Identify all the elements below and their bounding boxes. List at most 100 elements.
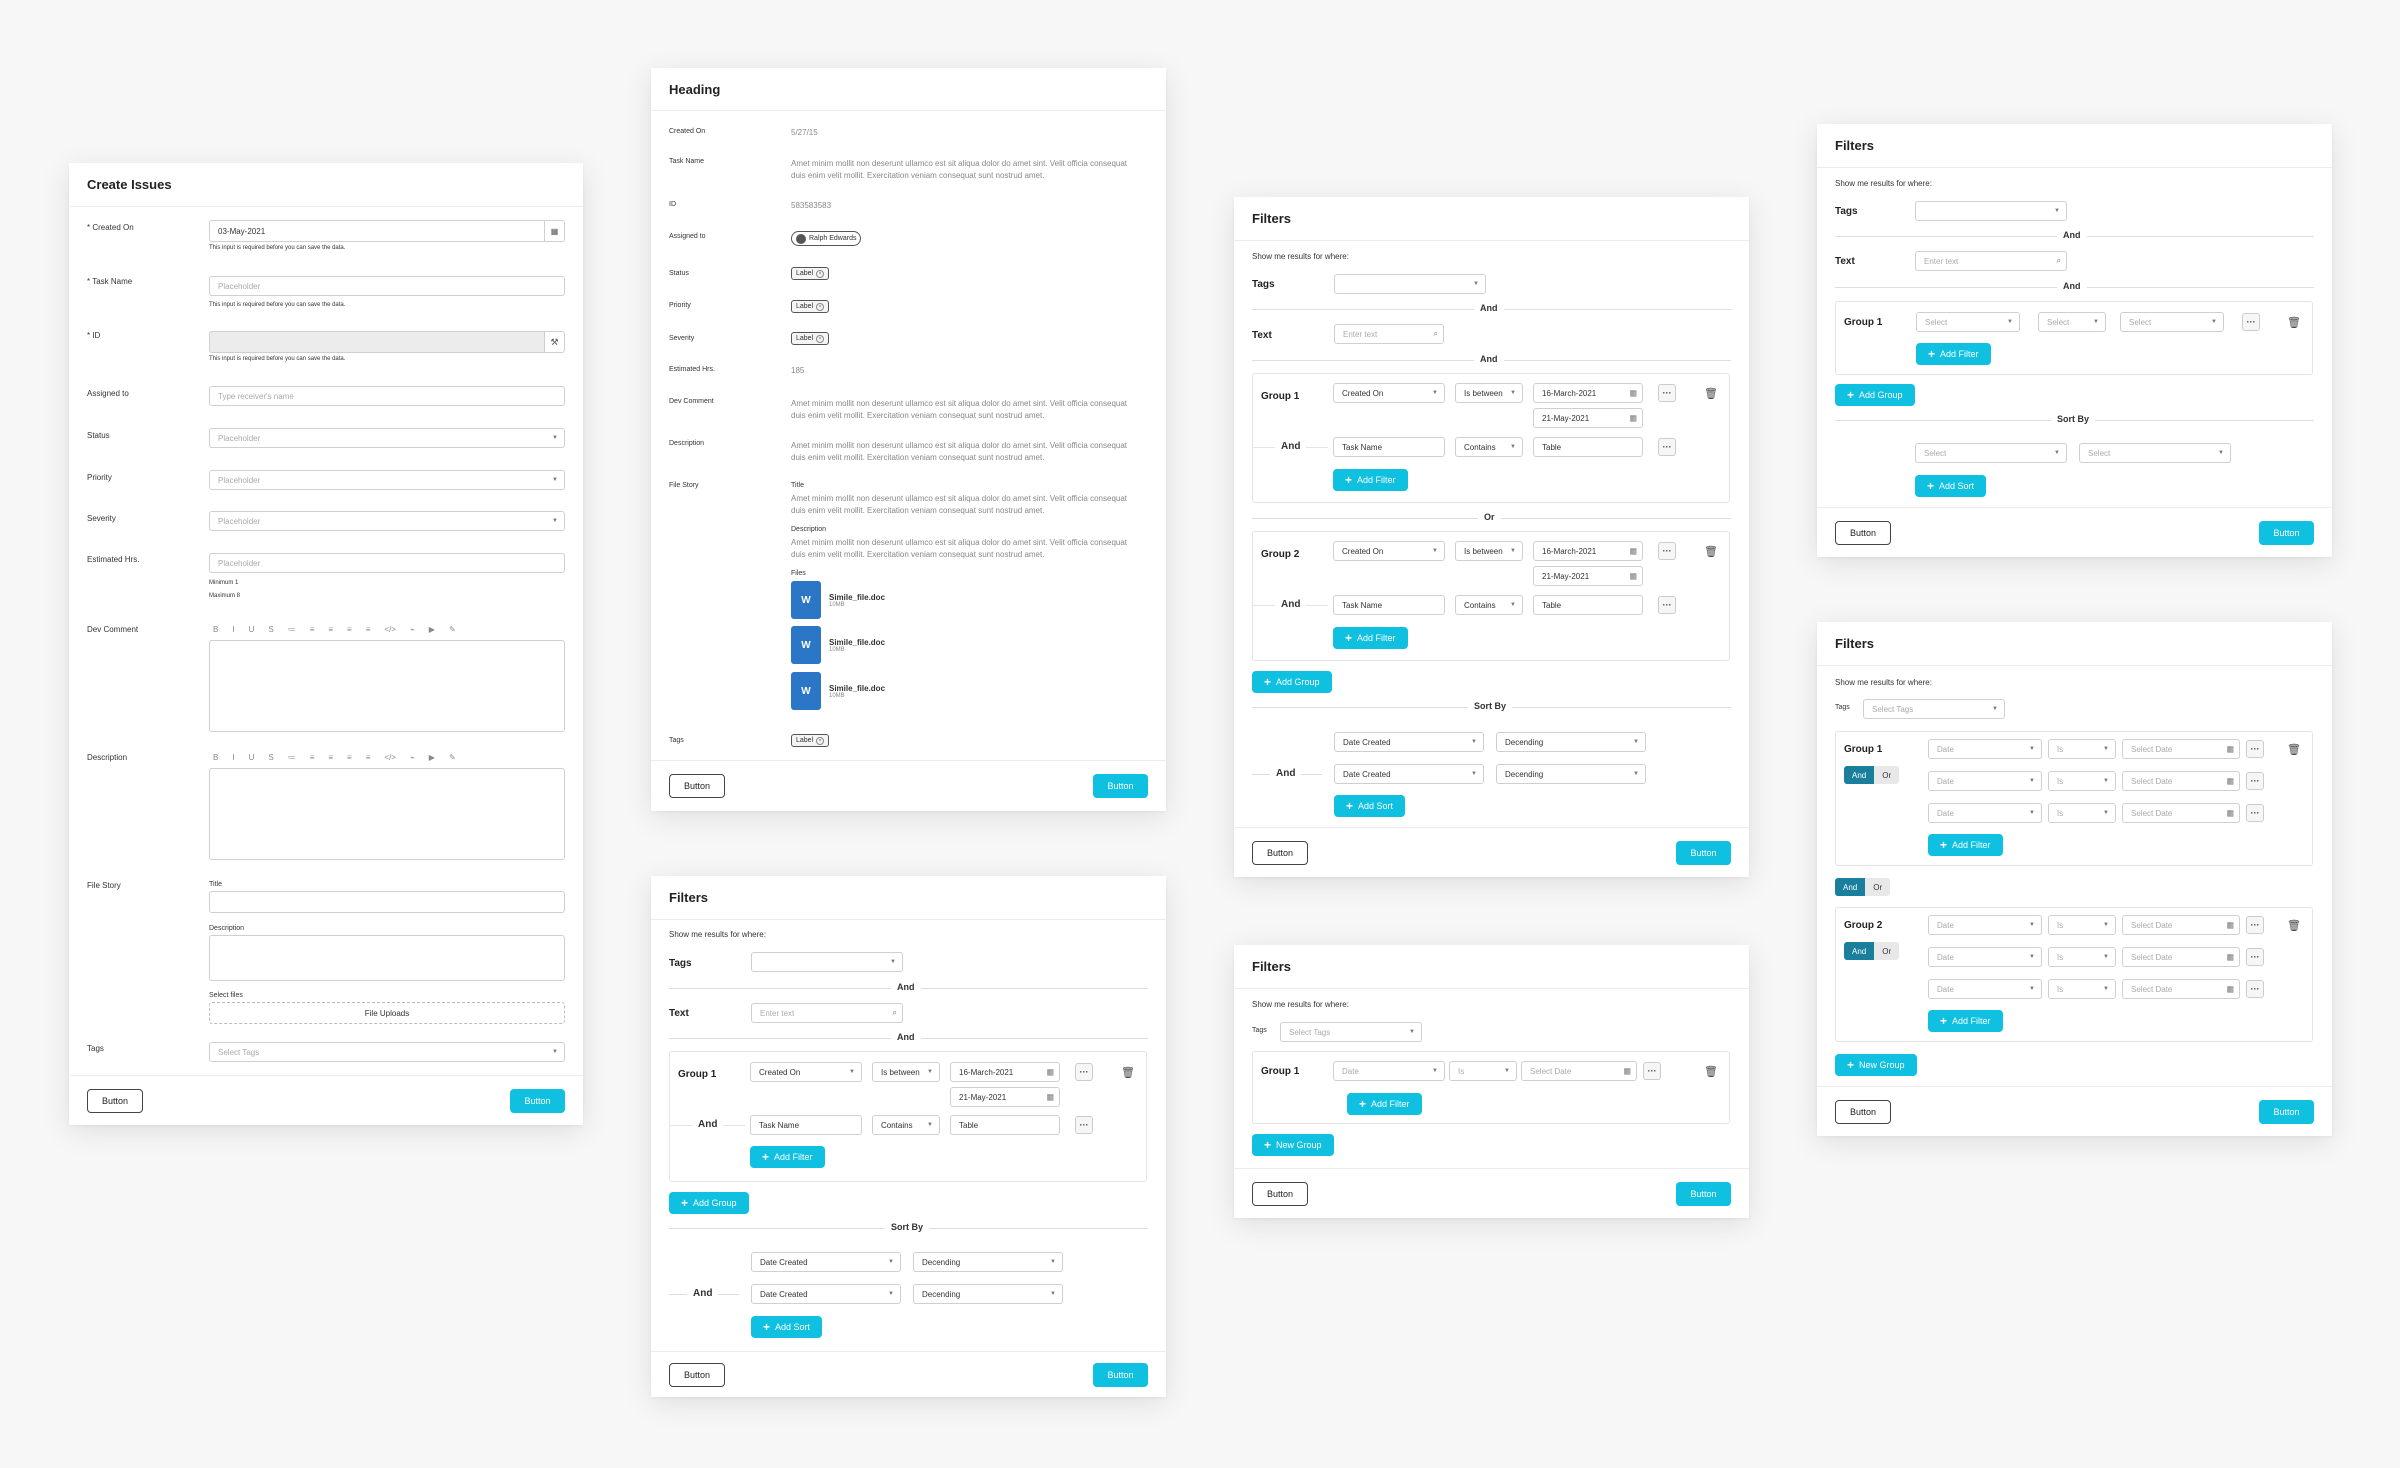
primary-button[interactable]: Button bbox=[1676, 1181, 1731, 1206]
tags-select[interactable]: ▼ bbox=[1915, 201, 2067, 221]
secondary-button[interactable]: Button bbox=[669, 1362, 725, 1387]
trash-icon[interactable]: 🗑 bbox=[2287, 741, 2301, 757]
numbered-list-icon[interactable]: ≡ bbox=[310, 753, 315, 762]
task-name-input[interactable]: Placeholder bbox=[209, 276, 565, 296]
align-center-icon[interactable]: ≡ bbox=[347, 753, 352, 762]
date-input[interactable]: Select Date ▦ bbox=[2122, 803, 2240, 823]
trash-icon[interactable]: 🗑 bbox=[1704, 1063, 1718, 1079]
operator-select[interactable]: Is ▼ bbox=[2048, 739, 2116, 759]
field-select[interactable]: Date ▼ bbox=[1928, 771, 2042, 791]
operator-select[interactable]: Is ▼ bbox=[2048, 947, 2116, 967]
primary-button[interactable]: Button bbox=[1093, 774, 1148, 798]
close-icon[interactable]: × bbox=[816, 269, 825, 278]
more-icon[interactable]: ··· bbox=[1075, 1116, 1093, 1134]
text-input[interactable]: Enter text ⌕ bbox=[751, 1003, 903, 1023]
tags-select[interactable]: ▼ bbox=[1334, 274, 1486, 294]
and-option[interactable]: And bbox=[1835, 878, 1866, 896]
value-input[interactable]: Table bbox=[950, 1115, 1060, 1135]
add-filter-button[interactable]: + Add Filter bbox=[750, 1146, 825, 1168]
secondary-button[interactable]: Button bbox=[1252, 840, 1308, 865]
align-center-icon[interactable]: ≡ bbox=[347, 625, 352, 634]
bold-icon[interactable]: B bbox=[213, 753, 218, 762]
operator-select[interactable]: Is between ▼ bbox=[1455, 383, 1523, 403]
numbered-list-icon[interactable]: ≡ bbox=[310, 625, 315, 634]
sort-field-select[interactable]: Date Created ▼ bbox=[751, 1252, 901, 1272]
and-option[interactable]: And bbox=[1844, 942, 1875, 960]
more-icon[interactable]: ··· bbox=[1075, 1063, 1093, 1081]
trash-icon[interactable]: 🗑 bbox=[1704, 385, 1718, 401]
more-icon[interactable]: ··· bbox=[2246, 948, 2264, 966]
field-input[interactable]: Task Name bbox=[1333, 437, 1445, 457]
field-input[interactable]: Task Name bbox=[1333, 595, 1445, 615]
secondary-button[interactable]: Button bbox=[1835, 520, 1891, 545]
more-icon[interactable]: ··· bbox=[2246, 980, 2264, 998]
pen-icon[interactable]: ✎ bbox=[449, 625, 456, 634]
sort-order-select[interactable]: Decending ▼ bbox=[913, 1252, 1063, 1272]
date-start-input[interactable]: 16-March-2021 ▦ bbox=[1533, 541, 1643, 561]
more-icon[interactable]: ··· bbox=[1658, 384, 1676, 402]
trash-icon[interactable]: 🗑 bbox=[2287, 314, 2301, 330]
field-input[interactable]: Task Name bbox=[750, 1115, 862, 1135]
date-input[interactable]: Select Date ▦ bbox=[2122, 915, 2240, 935]
add-sort-button[interactable]: + Add Sort bbox=[751, 1316, 823, 1338]
text-input[interactable]: Enter text ⌕ bbox=[1334, 324, 1444, 344]
add-filter-button[interactable]: + Add Filter bbox=[1333, 627, 1408, 649]
date-input[interactable]: Select Date ▦ bbox=[2122, 771, 2240, 791]
link-icon[interactable]: ⌁ bbox=[410, 625, 415, 634]
date-input[interactable]: Select Date ▦ bbox=[2122, 739, 2240, 759]
date-start-input[interactable]: 16-March-2021 ▦ bbox=[1533, 383, 1643, 403]
field-select[interactable]: Date ▼ bbox=[1928, 915, 2042, 935]
add-filter-button[interactable]: + Add Filter bbox=[1928, 1010, 2003, 1032]
strikethrough-icon[interactable]: S bbox=[268, 753, 273, 762]
video-icon[interactable]: ▶ bbox=[429, 625, 435, 634]
add-sort-button[interactable]: + Add Sort bbox=[1334, 795, 1406, 817]
file-item[interactable]: W Simile_file.doc 10MB bbox=[791, 672, 885, 710]
tags-select[interactable]: Select Tags ▼ bbox=[1863, 699, 2005, 719]
more-icon[interactable]: ··· bbox=[1643, 1062, 1661, 1080]
operator-select[interactable]: Is between ▼ bbox=[872, 1062, 940, 1082]
sort-order-select[interactable]: Select ▼ bbox=[2079, 443, 2231, 463]
file-story-title-input[interactable] bbox=[209, 891, 565, 913]
add-group-button[interactable]: + Add Group bbox=[669, 1192, 749, 1214]
tags-select[interactable]: ▼ bbox=[751, 952, 903, 972]
add-filter-button[interactable]: + Add Filter bbox=[1347, 1093, 1422, 1115]
operator-select[interactable]: Contains ▼ bbox=[1455, 437, 1523, 457]
file-item[interactable]: W Simile_file.doc 10MB bbox=[791, 581, 885, 619]
file-upload-dropzone[interactable]: File Uploads bbox=[209, 1002, 565, 1024]
trash-icon[interactable]: 🗑 bbox=[1121, 1064, 1135, 1080]
tags-select[interactable]: Select Tags ▼ bbox=[209, 1042, 565, 1062]
operator-select[interactable]: Is ▼ bbox=[2048, 915, 2116, 935]
sort-order-select[interactable]: Decending ▼ bbox=[913, 1284, 1063, 1304]
close-icon[interactable]: × bbox=[816, 302, 825, 311]
description-textarea[interactable] bbox=[209, 768, 565, 860]
and-option[interactable]: And bbox=[1844, 766, 1875, 784]
tags-select[interactable]: Select Tags ▼ bbox=[1280, 1022, 1422, 1042]
date-start-input[interactable]: 16-March-2021 ▦ bbox=[950, 1062, 1060, 1082]
align-right-icon[interactable]: ≡ bbox=[366, 625, 371, 634]
created-on-input[interactable]: 03-May-2021 ▦ bbox=[209, 220, 565, 242]
dev-comment-textarea[interactable] bbox=[209, 640, 565, 732]
strikethrough-icon[interactable]: S bbox=[268, 625, 273, 634]
and-or-toggle[interactable]: And Or bbox=[1844, 942, 1900, 960]
new-group-button[interactable]: + New Group bbox=[1252, 1134, 1334, 1156]
operator-select[interactable]: Contains ▼ bbox=[1455, 595, 1523, 615]
and-or-toggle[interactable]: And Or bbox=[1844, 766, 1900, 784]
add-group-button[interactable]: + Add Group bbox=[1252, 671, 1332, 693]
calendar-icon[interactable]: ▦ bbox=[544, 221, 564, 241]
close-icon[interactable]: × bbox=[816, 334, 825, 343]
new-group-button[interactable]: + New Group bbox=[1835, 1054, 1917, 1076]
operator-select[interactable]: Is ▼ bbox=[2048, 979, 2116, 999]
more-icon[interactable]: ··· bbox=[2246, 772, 2264, 790]
or-option[interactable]: Or bbox=[1865, 878, 1891, 896]
field-select[interactable]: Select ▼ bbox=[1916, 312, 2020, 332]
file-story-description-textarea[interactable] bbox=[209, 935, 565, 981]
align-left-icon[interactable]: ≡ bbox=[328, 753, 333, 762]
date-input[interactable]: Select Date ▦ bbox=[2122, 947, 2240, 967]
more-icon[interactable]: ··· bbox=[1658, 596, 1676, 614]
and-or-toggle[interactable]: And Or bbox=[1835, 878, 1891, 896]
field-select[interactable]: Date ▼ bbox=[1928, 739, 2042, 759]
field-select[interactable]: Date ▼ bbox=[1928, 803, 2042, 823]
sort-field-select[interactable]: Date Created ▼ bbox=[751, 1284, 901, 1304]
sort-order-select[interactable]: Decending ▼ bbox=[1496, 764, 1646, 784]
severity-select[interactable]: Placeholder ▼ bbox=[209, 511, 565, 531]
